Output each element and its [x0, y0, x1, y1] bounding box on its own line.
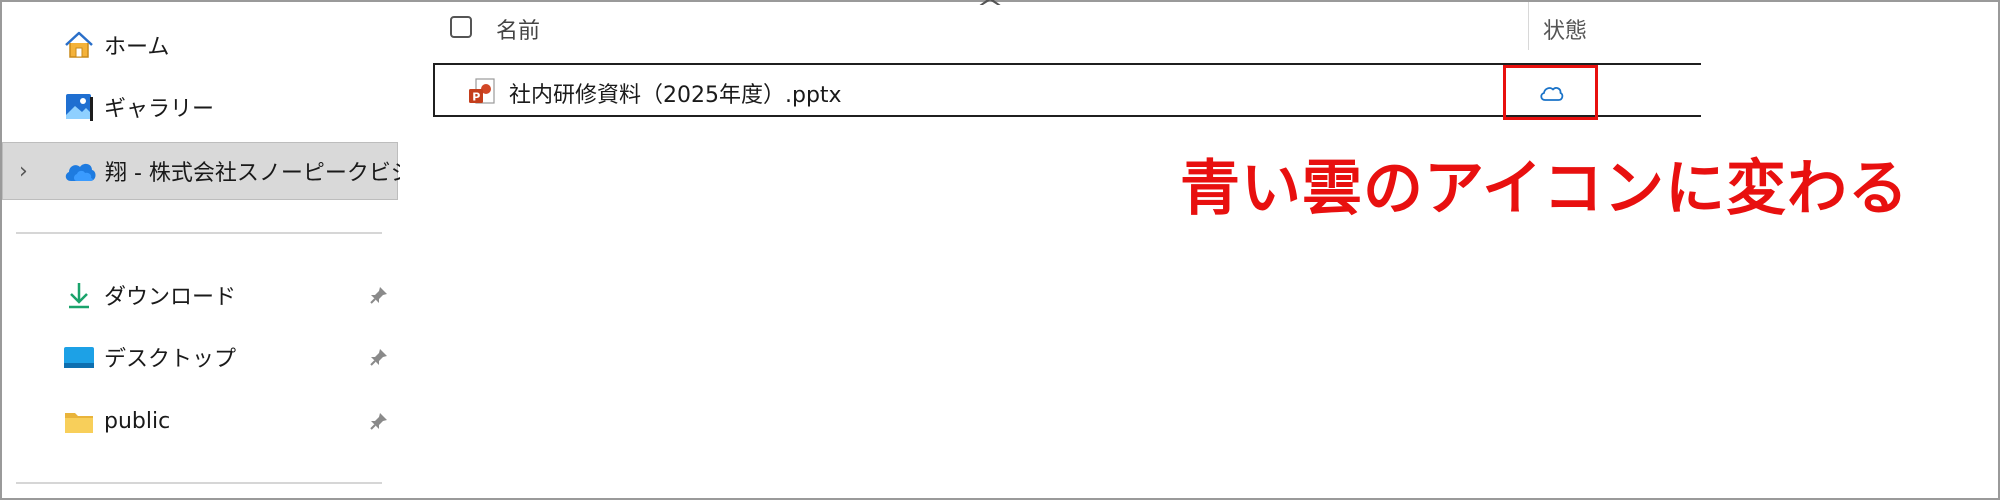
onedrive-cloud-icon — [63, 154, 97, 188]
sidebar-item-label: ホーム — [104, 35, 170, 60]
pin-icon[interactable] — [368, 284, 390, 306]
home-icon — [62, 28, 96, 62]
navigation-pane: ホーム ギャラリー › 翔 - 株式会社スノーピークビジネ ダウンロード デスク… — [2, 2, 435, 498]
sidebar-item-public[interactable]: public — [2, 392, 400, 450]
sidebar-item-label: public — [104, 408, 171, 434]
gallery-icon — [62, 90, 96, 124]
sidebar-item-label: デスクトップ — [104, 347, 237, 372]
pin-icon[interactable] — [368, 410, 390, 432]
sidebar-item-label: ダウンロード — [104, 285, 237, 310]
svg-text:P: P — [472, 91, 480, 104]
chevron-right-icon[interactable]: › — [19, 159, 28, 184]
column-separator[interactable] — [1528, 2, 1529, 50]
sidebar-item-onedrive[interactable]: › 翔 - 株式会社スノーピークビジネ — [2, 142, 435, 200]
file-name: 社内研修資料（2025年度）.pptx — [509, 83, 842, 108]
sidebar-item-downloads[interactable]: ダウンロード — [2, 266, 400, 324]
sort-ascending-icon: ^ — [975, 0, 1005, 22]
sidebar-item-desktop[interactable]: デスクトップ — [2, 328, 400, 386]
select-all-checkbox[interactable] — [450, 16, 472, 38]
column-header-row: 名前 ^ 状態 — [400, 0, 1700, 52]
sidebar-divider — [16, 232, 382, 234]
powerpoint-file-icon: P — [469, 78, 495, 104]
download-icon — [62, 278, 96, 312]
pin-icon[interactable] — [368, 346, 390, 368]
column-header-name[interactable]: 名前 — [496, 13, 540, 45]
sidebar-item-label: 翔 - 株式会社スノーピークビジネ — [105, 161, 435, 186]
sidebar-item-home[interactable]: ホーム — [2, 16, 400, 74]
sidebar-item-label: ギャラリー — [104, 97, 215, 122]
folder-icon — [62, 404, 96, 438]
annotation-callout: 青い雲のアイコンに変わる — [1180, 154, 1909, 224]
file-list-pane: 名前 ^ 状態 P 社内研修資料（2025年度）.pptx 青い雲のアイコンに変… — [400, 0, 1998, 498]
status-highlight-box — [1503, 65, 1598, 120]
sidebar-divider — [16, 482, 382, 484]
column-header-status[interactable]: 状態 — [1543, 13, 1587, 45]
sidebar-item-gallery[interactable]: ギャラリー — [2, 78, 400, 136]
desktop-icon — [62, 340, 96, 374]
cloud-online-only-icon[interactable] — [1538, 84, 1564, 102]
